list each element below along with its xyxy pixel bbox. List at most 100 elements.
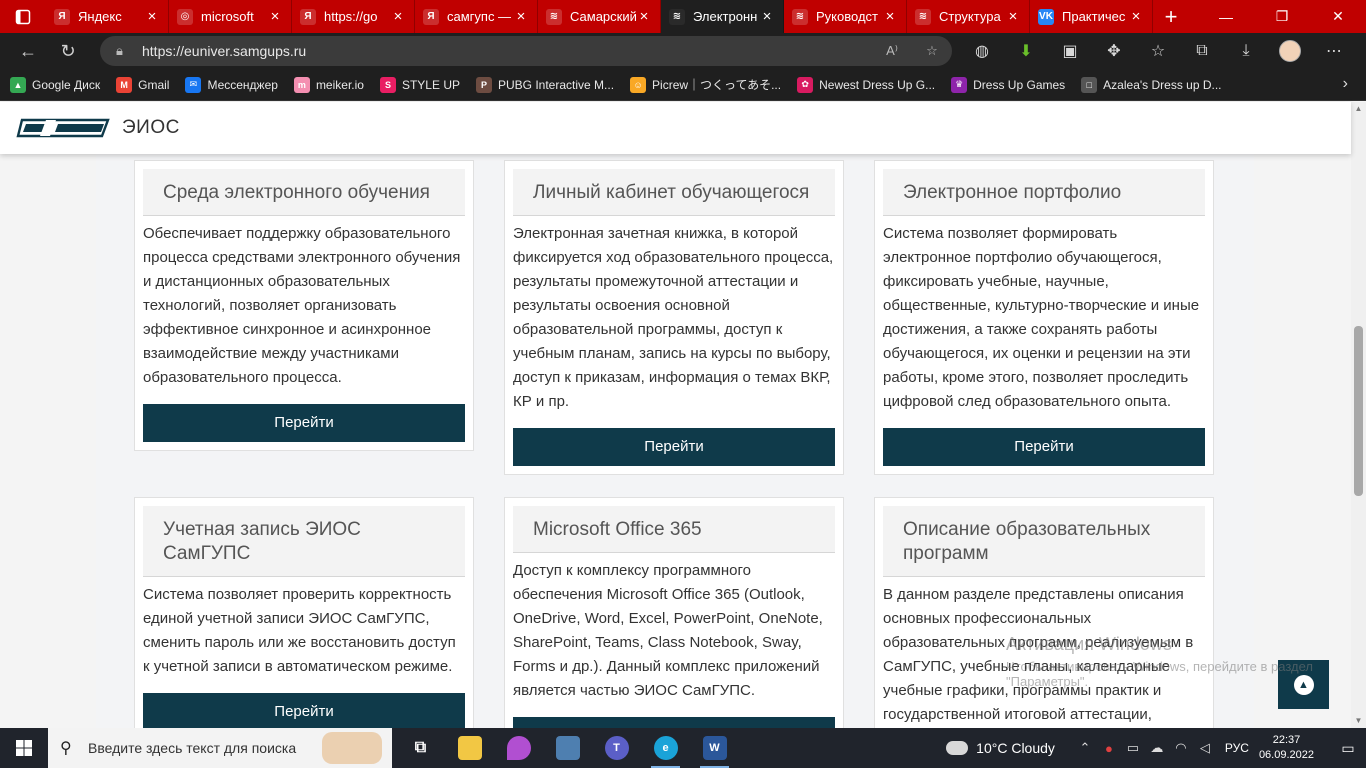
browser-tab[interactable]: ≋ Самарский × [538, 0, 661, 33]
input-language[interactable]: РУС [1225, 741, 1249, 755]
system-clock[interactable]: 22:37 06.09.2022 [1259, 733, 1314, 763]
browser-tab[interactable]: ≋ Руководст × [784, 0, 907, 33]
tab-close-icon[interactable]: × [390, 8, 406, 25]
cloud-sync-icon[interactable]: ☁ [1145, 740, 1169, 756]
weather-widget[interactable]: 10°C Cloudy [946, 740, 1055, 756]
scroll-down-arrow[interactable]: ▼ [1351, 714, 1366, 728]
new-tab-button[interactable]: + [1153, 0, 1189, 33]
profile-avatar[interactable] [1279, 40, 1301, 62]
search-icon: ⚲ [60, 740, 72, 757]
search-placeholder: Введите здесь текст для поиска [88, 740, 297, 756]
teams-button[interactable]: T [592, 728, 641, 768]
photos-icon [555, 736, 580, 760]
device-icon[interactable]: ▭ [1121, 740, 1145, 756]
address-bar[interactable]: 🔒︎ https://euniver.samgups.ru A⁾ ☆ [100, 36, 952, 66]
word-button[interactable]: W [690, 728, 739, 768]
bookmark-item[interactable]: ♛ Dress Up Games [951, 76, 1065, 93]
tab-close-icon[interactable]: × [1128, 8, 1144, 25]
photos-button[interactable] [543, 728, 592, 768]
tab-favicon-icon: ≋ [792, 8, 808, 25]
download-extension-icon[interactable]: ⬇ [1004, 41, 1048, 61]
more-menu-icon[interactable]: ⋯ [1312, 41, 1356, 61]
service-card: Личный кабинет обучающегося Электронная з… [504, 160, 844, 475]
tab-favicon-icon: ≋ [669, 8, 685, 25]
notification-center-icon[interactable]: ▭ [1330, 740, 1366, 757]
favorites-icon[interactable]: ☆ [1136, 41, 1180, 61]
bookmark-item[interactable]: ✿ Newest Dress Up G... [797, 76, 935, 93]
service-card: Microsoft Office 365 Доступ к комплексу п… [504, 497, 844, 728]
wifi-icon[interactable]: ◠ [1169, 740, 1193, 756]
browser-tab[interactable]: Я Яндекс × [46, 0, 169, 33]
read-aloud-icon[interactable]: A⁾ [872, 43, 912, 59]
tab-close-icon[interactable]: × [636, 8, 652, 25]
tab-close-icon[interactable]: × [882, 8, 898, 25]
chevron-right-icon[interactable]: › [1343, 75, 1348, 93]
volume-icon[interactable]: ◁ [1193, 740, 1217, 756]
start-button[interactable] [0, 728, 48, 768]
tab-label: https://go [324, 9, 378, 24]
clock-time: 22:37 [1272, 734, 1301, 746]
show-hidden-icons-chevron[interactable]: ⌃ [1073, 740, 1097, 756]
go-button[interactable]: Перейти [513, 717, 835, 728]
task-view-button[interactable]: ⧉ [396, 728, 445, 768]
scrollbar-thumb[interactable] [1354, 326, 1363, 496]
browser-tab[interactable]: ≋ Структура × [907, 0, 1030, 33]
card-description: Система позволяет формировать электронно… [883, 225, 1200, 410]
bookmark-item[interactable]: ✉ Мессенджер [185, 76, 278, 93]
tab-favicon-icon: Я [54, 8, 70, 25]
browser-tab[interactable]: VK Практичес × [1030, 0, 1153, 33]
puzzle-extensions-icon[interactable]: ✥ [1092, 41, 1136, 61]
go-button[interactable]: Перейти [513, 428, 835, 466]
scroll-to-top-button[interactable]: ▲ [1278, 660, 1329, 709]
edge-button[interactable]: e [641, 728, 690, 768]
tab-close-icon[interactable]: × [267, 8, 283, 25]
bookmark-favicon-icon: ♛ [951, 76, 968, 93]
service-card: Электронное портфолио Система позволяет ф… [874, 160, 1214, 475]
tab-label: Руководст [816, 9, 878, 24]
bookmark-item[interactable]: ☺ Picrew｜つくってあそ... [630, 76, 781, 93]
go-button[interactable]: Перейти [143, 404, 465, 442]
extension-icon[interactable]: ▣ [1048, 41, 1092, 61]
bookmark-item[interactable]: M Gmail [116, 76, 169, 93]
browser-tab[interactable]: Ясамгупс — × [415, 0, 538, 33]
tab-close-icon[interactable]: × [1005, 8, 1021, 25]
taskbar-search-box[interactable]: ⚲ Введите здесь текст для поиска [48, 728, 392, 768]
go-button[interactable]: Перейти [883, 428, 1205, 466]
bookmark-label: PUBG Interactive M... [498, 77, 615, 92]
globe-extension-icon[interactable]: ◍ [960, 41, 1004, 61]
bookmark-item[interactable]: P PUBG Interactive M... [476, 76, 615, 93]
collections-icon[interactable]: ⧉ [1180, 42, 1224, 60]
tab-actions-icon [15, 9, 31, 24]
bookmark-item[interactable]: ▲ Google Диск [10, 76, 100, 93]
bookmark-item[interactable]: m meiker.io [293, 76, 364, 93]
page-scrollbar[interactable]: ▲ ▼ [1351, 102, 1366, 728]
tab-favicon-icon: Я [300, 8, 316, 25]
browser-tab[interactable]: Яhttps://go × [292, 0, 415, 33]
tab-close-icon[interactable]: × [513, 8, 529, 25]
back-button[interactable]: ← [8, 33, 48, 69]
scroll-up-arrow[interactable]: ▲ [1351, 102, 1366, 116]
card-title: Microsoft Office 365 [513, 506, 835, 553]
tab-label: самгупс — [447, 9, 512, 24]
paint3d-button[interactable] [494, 728, 543, 768]
bookmark-item[interactable]: □ Azalea's Dress up D... [1081, 76, 1222, 93]
browser-tab[interactable]: ◎ microsoft × [169, 0, 292, 33]
tab-actions-button[interactable] [0, 0, 46, 33]
bookmark-item[interactable]: S STYLE UP [379, 76, 460, 93]
downloads-icon[interactable]: ⤓ [1224, 42, 1268, 60]
browser-tab[interactable]: ≋ Электронн × [661, 0, 784, 33]
refresh-button[interactable]: ↻ [48, 33, 88, 69]
bookmark-favicon-icon: ☺ [630, 76, 647, 93]
antivirus-icon[interactable]: ● [1097, 741, 1121, 756]
minimize-button[interactable]: — [1198, 0, 1254, 33]
go-button[interactable]: Перейти [143, 693, 465, 728]
add-favorite-icon[interactable]: ☆ [912, 43, 952, 59]
file-explorer-button[interactable] [445, 728, 494, 768]
restore-button[interactable]: ❐ [1254, 0, 1310, 33]
samgups-logo[interactable] [16, 116, 114, 140]
site-header: ЭИОС [0, 102, 1351, 154]
tab-close-icon[interactable]: × [144, 8, 160, 25]
tab-close-icon[interactable]: × [759, 8, 775, 25]
close-window-button[interactable]: ✕ [1310, 0, 1366, 33]
tab-favicon-icon: VK [1038, 8, 1054, 25]
